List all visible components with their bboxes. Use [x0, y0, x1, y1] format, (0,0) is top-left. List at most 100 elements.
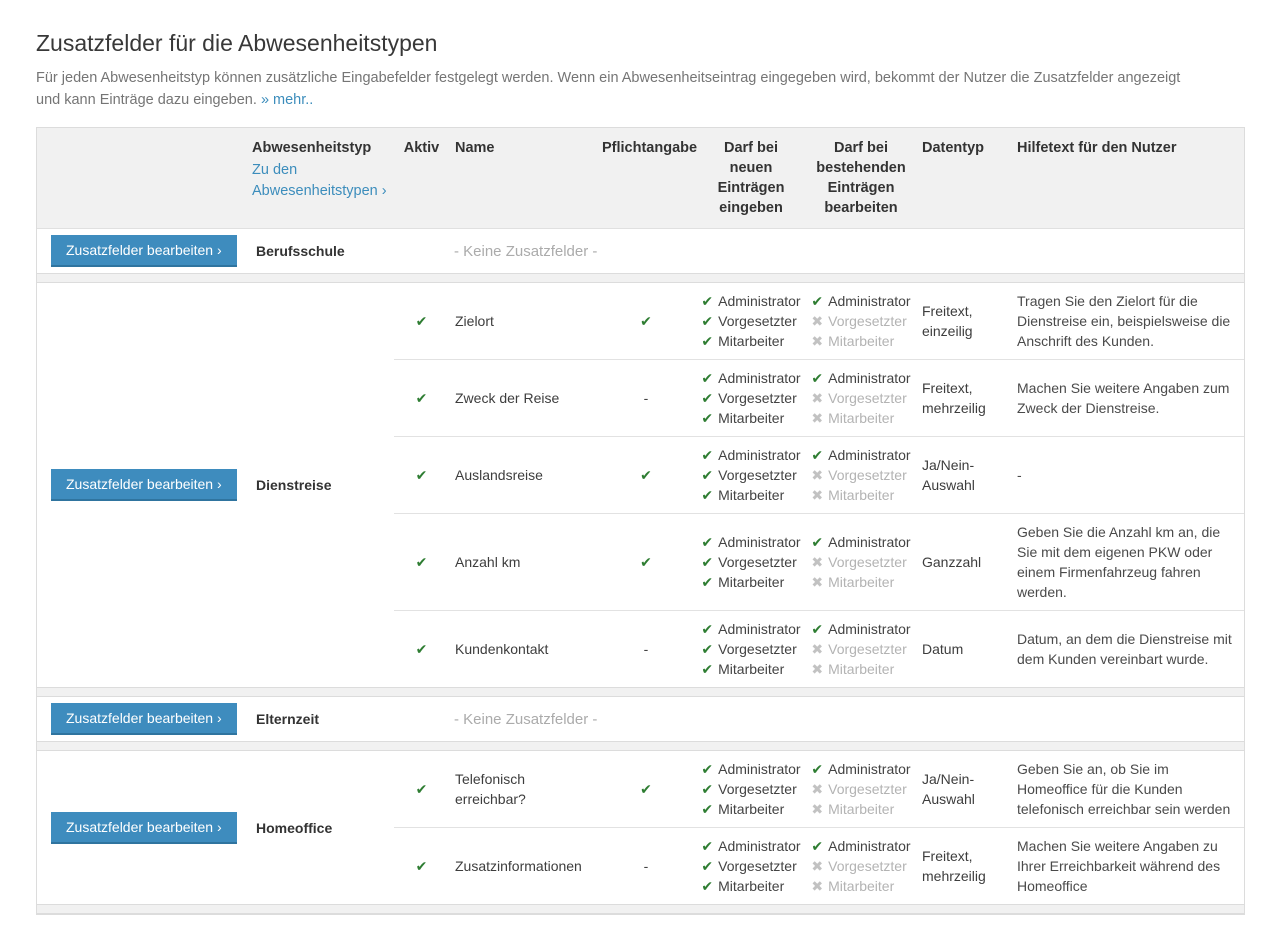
x-icon: ✖ — [811, 659, 823, 679]
permissions-new-cell: ✔Administrator✔Vorgesetzter✔Mitarbeiter — [696, 619, 806, 679]
check-icon: ✔ — [416, 779, 428, 799]
x-icon: ✖ — [811, 331, 823, 351]
field-datatype: Ganzzahl — [916, 552, 1011, 572]
check-icon: ✔ — [701, 856, 713, 876]
check-icon: ✔ — [701, 465, 713, 485]
x-icon: ✖ — [811, 572, 823, 592]
zusatzfelder-page: Zusatzfelder für die Abwesenheitstypen F… — [0, 0, 1286, 935]
page-description-text: Für jeden Abwesenheitstyp können zusätzl… — [36, 70, 1180, 108]
permission-role-label: Mitarbeiter — [718, 572, 784, 592]
permission-role-label: Vorgesetzter — [828, 779, 907, 799]
field-required-dash: - — [644, 639, 649, 659]
permission-role-label: Mitarbeiter — [718, 876, 784, 896]
permission-item: ✔Administrator — [701, 445, 800, 465]
permission-item: ✖Vorgesetzter — [811, 465, 910, 485]
permission-item: ✔Administrator — [701, 368, 800, 388]
permission-item: ✖Vorgesetzter — [811, 856, 910, 876]
edit-fields-button[interactable]: Zusatzfelder bearbeiten › — [51, 235, 237, 267]
check-icon: ✔ — [701, 388, 713, 408]
permission-role-label: Administrator — [718, 759, 800, 779]
permission-role-label: Mitarbeiter — [828, 799, 894, 819]
edit-button-cell: Zusatzfelder bearbeiten › — [37, 283, 246, 687]
edit-button-cell: Zusatzfelder bearbeiten › — [37, 703, 246, 735]
permissions-existing-list: ✔Administrator✖Vorgesetzter✖Mitarbeiter — [811, 368, 910, 428]
absence-type-row: Zusatzfelder bearbeiten ›Homeoffice✔Tele… — [37, 751, 1244, 904]
permission-item: ✔Administrator — [701, 759, 800, 779]
permission-role-label: Vorgesetzter — [718, 639, 797, 659]
field-active-cell: ✔ — [394, 311, 449, 331]
check-icon: ✔ — [640, 311, 652, 331]
edit-fields-button[interactable]: Zusatzfelder bearbeiten › — [51, 703, 237, 735]
check-icon: ✔ — [701, 532, 713, 552]
permissions-new-cell: ✔Administrator✔Vorgesetzter✔Mitarbeiter — [696, 836, 806, 896]
field-active-cell: ✔ — [394, 465, 449, 485]
more-link[interactable]: » mehr.. — [261, 92, 313, 108]
permissions-existing-cell: ✔Administrator✖Vorgesetzter✖Mitarbeiter — [806, 445, 916, 505]
check-icon: ✔ — [811, 291, 823, 311]
x-icon: ✖ — [811, 485, 823, 505]
permissions-existing-cell: ✔Administrator✖Vorgesetzter✖Mitarbeiter — [806, 619, 916, 679]
permission-role-label: Administrator — [828, 532, 910, 552]
check-icon: ✔ — [811, 619, 823, 639]
permission-role-label: Mitarbeiter — [828, 572, 894, 592]
table-header: Abwesenheitstyp Zu den Abwesenheitstypen… — [37, 128, 1244, 229]
field-helptext: Tragen Sie den Zielort für die Dienstrei… — [1011, 291, 1244, 351]
permission-item: ✖Mitarbeiter — [811, 799, 910, 819]
check-icon: ✔ — [701, 876, 713, 896]
field-helptext: Machen Sie weitere Angaben zu Ihrer Erre… — [1011, 836, 1244, 896]
field-row: ✔Telefonisch erreichbar?✔✔Administrator✔… — [394, 751, 1244, 827]
permissions-existing-list: ✔Administrator✖Vorgesetzter✖Mitarbeiter — [811, 445, 910, 505]
field-datatype: Ja/Nein-Auswahl — [916, 455, 1011, 495]
permission-role-label: Vorgesetzter — [828, 856, 907, 876]
x-icon: ✖ — [811, 799, 823, 819]
x-icon: ✖ — [811, 408, 823, 428]
permission-role-label: Vorgesetzter — [718, 311, 797, 331]
field-required-dash: - — [644, 388, 649, 408]
permission-item: ✔Administrator — [811, 445, 910, 465]
permissions-new-cell: ✔Administrator✔Vorgesetzter✔Mitarbeiter — [696, 759, 806, 819]
check-icon: ✔ — [701, 408, 713, 428]
permission-role-label: Vorgesetzter — [718, 465, 797, 485]
check-icon: ✔ — [640, 552, 652, 572]
field-helptext: Datum, an dem die Dienstreise mit dem Ku… — [1011, 629, 1244, 669]
x-icon: ✖ — [811, 552, 823, 572]
page-description: Für jeden Abwesenheitstyp können zusätzl… — [36, 67, 1201, 111]
permission-item: ✔Administrator — [811, 759, 910, 779]
permission-item: ✔Administrator — [701, 619, 800, 639]
field-name: Zusatzinformationen — [449, 856, 596, 876]
permission-role-label: Vorgesetzter — [828, 639, 907, 659]
check-icon: ✔ — [811, 532, 823, 552]
column-header-darf-neu: Darf bei neuen Einträgen eingeben — [696, 128, 806, 228]
check-icon: ✔ — [701, 331, 713, 351]
permission-item: ✔Administrator — [811, 836, 910, 856]
check-icon: ✔ — [416, 465, 428, 485]
group-separator — [37, 273, 1244, 283]
column-header-hilfetext: Hilfetext für den Nutzer — [1011, 128, 1244, 228]
permissions-existing-list: ✔Administrator✖Vorgesetzter✖Mitarbeiter — [811, 836, 910, 896]
check-icon: ✔ — [811, 759, 823, 779]
column-header-abwesenheitstyp-label: Abwesenheitstyp — [252, 138, 388, 158]
permission-role-label: Administrator — [718, 836, 800, 856]
permission-item: ✔Vorgesetzter — [701, 311, 800, 331]
permissions-existing-list: ✔Administrator✖Vorgesetzter✖Mitarbeiter — [811, 532, 910, 592]
column-header-abwesenheitstyp: Abwesenheitstyp Zu den Abwesenheitstypen… — [246, 128, 394, 228]
check-icon: ✔ — [811, 445, 823, 465]
edit-fields-button[interactable]: Zusatzfelder bearbeiten › — [51, 812, 237, 844]
page-title: Zusatzfelder für die Abwesenheitstypen — [36, 30, 1250, 57]
absence-types-link[interactable]: Zu den Abwesenheitstypen › — [252, 160, 388, 202]
edit-fields-button[interactable]: Zusatzfelder bearbeiten › — [51, 469, 237, 501]
field-name: Zielort — [449, 311, 596, 331]
permission-item: ✔Mitarbeiter — [701, 876, 800, 896]
column-header-actions — [37, 128, 246, 228]
permissions-new-cell: ✔Administrator✔Vorgesetzter✔Mitarbeiter — [696, 445, 806, 505]
permissions-existing-cell: ✔Administrator✖Vorgesetzter✖Mitarbeiter — [806, 368, 916, 428]
group-separator — [37, 904, 1244, 914]
check-icon: ✔ — [701, 368, 713, 388]
check-icon: ✔ — [701, 836, 713, 856]
permission-role-label: Administrator — [828, 445, 910, 465]
permission-role-label: Administrator — [828, 836, 910, 856]
field-name: Anzahl km — [449, 552, 596, 572]
column-header-aktiv: Aktiv — [394, 128, 449, 228]
permission-role-label: Vorgesetzter — [718, 388, 797, 408]
field-required-cell: - — [596, 388, 696, 408]
